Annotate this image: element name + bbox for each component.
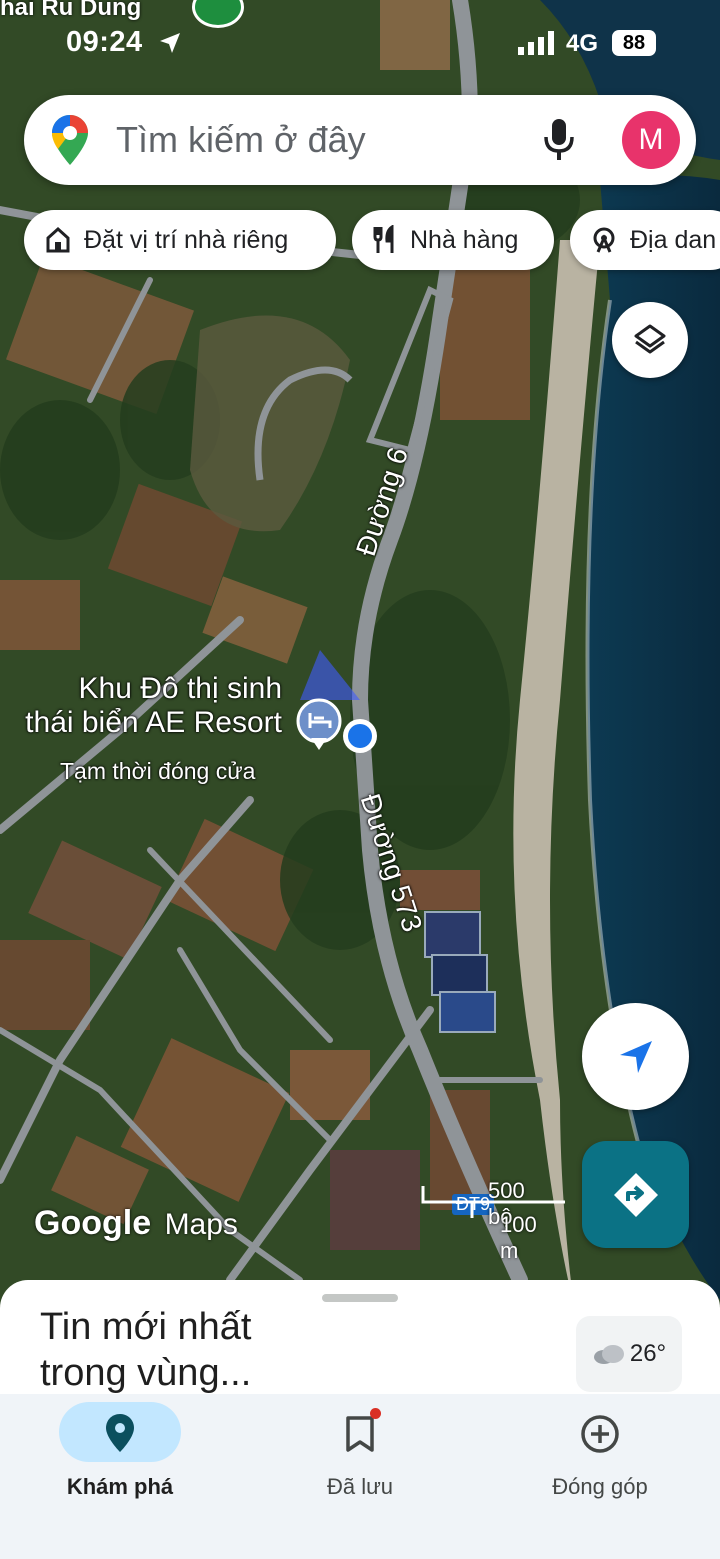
layers-button[interactable] bbox=[612, 302, 688, 378]
battery-level: 88 bbox=[612, 30, 656, 56]
search-bar[interactable]: Tìm kiếm ở đây M bbox=[24, 95, 696, 185]
nav-contribute[interactable]: Đóng góp bbox=[480, 1394, 720, 1559]
nav-label: Khám phá bbox=[66, 1474, 174, 1499]
drag-handle[interactable] bbox=[322, 1294, 398, 1302]
navigation-arrow-icon bbox=[619, 1040, 652, 1073]
google-wordmark: Google bbox=[34, 1204, 152, 1242]
directions-button[interactable] bbox=[582, 1141, 689, 1248]
chip-label: Địa dan bbox=[630, 225, 717, 254]
my-location-button[interactable] bbox=[582, 1003, 689, 1110]
poi-name-line1: Khu Đô thị sinh bbox=[78, 672, 282, 705]
notification-dot bbox=[370, 1408, 381, 1419]
nav-saved[interactable]: Đã lưu bbox=[240, 1394, 480, 1559]
cloud-icon bbox=[593, 1345, 624, 1364]
sheet-title: Tin mới nhất trong vùng... bbox=[40, 1306, 252, 1394]
bookmark-icon bbox=[344, 1416, 376, 1457]
chip-restaurants[interactable]: Nhà hàng bbox=[352, 210, 554, 270]
signal-icon bbox=[518, 30, 558, 62]
location-arrow-icon bbox=[158, 30, 182, 62]
add-circle-icon bbox=[580, 1414, 620, 1459]
map-place-label: hai Ru Dung bbox=[0, 0, 142, 21]
microphone-icon[interactable] bbox=[542, 117, 576, 168]
google-maps-logo: Google Maps bbox=[34, 1204, 238, 1243]
directions-icon bbox=[613, 1172, 658, 1217]
chip-label: Đặt vị trí nhà riêng bbox=[84, 225, 289, 254]
poi-name[interactable]: Khu Đô thị sinh thái biển AE Resort bbox=[25, 672, 282, 740]
avatar[interactable]: M bbox=[622, 111, 680, 169]
attractions-icon bbox=[593, 227, 615, 253]
google-maps-pin-icon bbox=[52, 115, 88, 170]
home-icon bbox=[46, 226, 70, 253]
place-marker-icon bbox=[192, 0, 244, 28]
chip-attractions[interactable]: Địa dan bbox=[570, 210, 720, 270]
bottom-nav: Khám phá Đã lưu Đóng góp bbox=[0, 1394, 720, 1559]
explore-pin-icon bbox=[106, 1414, 134, 1457]
layers-icon bbox=[634, 324, 666, 354]
status-bar: hai Ru Dung 09:24 4G 88 bbox=[0, 0, 720, 86]
status-time: 09:24 bbox=[66, 26, 143, 58]
weather-temp: 26° bbox=[629, 1340, 667, 1367]
poi-status: Tạm thời đóng cửa bbox=[60, 758, 256, 784]
network-type: 4G bbox=[566, 30, 599, 57]
weather-chip[interactable]: 26° bbox=[576, 1316, 682, 1392]
search-input[interactable]: Tìm kiếm ở đây bbox=[116, 119, 366, 161]
maps-wordmark: Maps bbox=[164, 1208, 238, 1241]
scale-metric: 100 m bbox=[500, 1212, 537, 1263]
chip-label: Nhà hàng bbox=[410, 225, 519, 254]
nav-explore[interactable]: Khám phá bbox=[0, 1394, 240, 1559]
restaurant-icon bbox=[373, 225, 394, 253]
poi-name-line2: thái biển AE Resort bbox=[25, 706, 282, 739]
chip-set-home[interactable]: Đặt vị trí nhà riêng bbox=[24, 210, 336, 270]
nav-label: Đã lưu bbox=[326, 1474, 394, 1499]
nav-label: Đóng góp bbox=[552, 1474, 648, 1499]
